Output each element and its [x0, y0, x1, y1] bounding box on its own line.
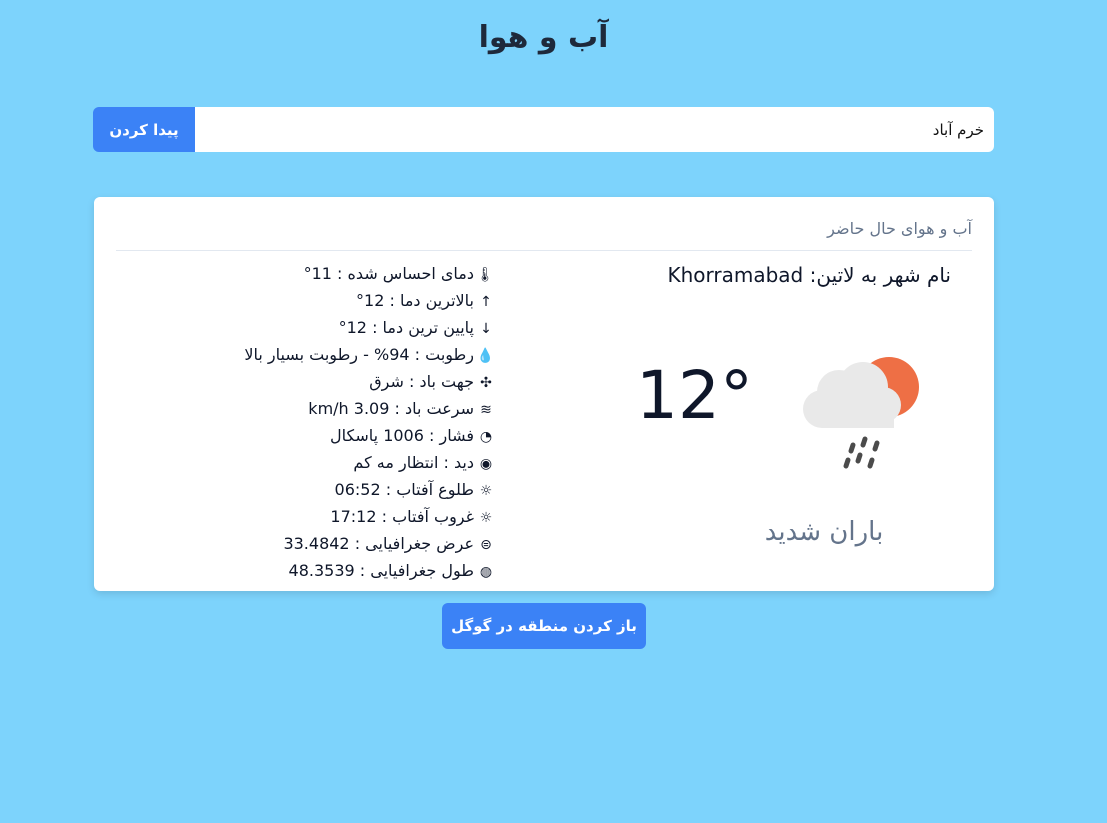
heavy-rain-cloud-sun-icon	[803, 357, 919, 469]
sunset-icon: ☼	[479, 510, 493, 526]
weather-detail-text: دید : انتظار مه کم	[353, 453, 474, 472]
arrow-up-icon: ↑	[480, 294, 492, 310]
weather-detail-text: پایین ترین دما : 12°	[338, 318, 474, 337]
search-bar: پیدا کردن	[93, 107, 994, 152]
longitude-icon: ◍	[479, 564, 493, 580]
weather-detail-item: ≋ سرعت باد : 3.09 km/h	[204, 395, 494, 422]
weather-detail-text: بالاترین دما : 12°	[356, 291, 474, 310]
weather-detail-item: ↑ بالاترین دما : 12°	[204, 287, 494, 314]
weather-detail-text: طول جغرافیایی : 48.3539	[288, 561, 474, 580]
weather-detail-text: طلوع آفتاب : 06:52	[334, 480, 474, 499]
latitude-icon: ⊜	[480, 537, 492, 553]
wind-icon: ≋	[480, 402, 492, 418]
card-header: آب و هوای حال حاضر	[827, 219, 972, 238]
weather-detail-text: جهت باد : شرق	[369, 372, 474, 391]
eye-icon: ◉	[479, 456, 493, 472]
thermometer-icon: 🌡	[476, 267, 494, 283]
weather-condition: باران شدید	[764, 517, 884, 547]
weather-detail-item: 💧رطوبت : 94% - رطوبت بسیار بالا	[204, 341, 494, 368]
weather-detail-item: ◍ طول جغرافیایی : 48.3539	[204, 557, 494, 584]
page-title: آب و هوا	[478, 20, 609, 55]
weather-detail-item: ◉ دید : انتظار مه کم	[204, 449, 494, 476]
weather-detail-text: سرعت باد : 3.09 km/h	[308, 399, 474, 418]
weather-detail-item: ⊜ عرض جغرافیایی : 33.4842	[204, 530, 494, 557]
weather-detail-text: رطوبت : 94% - رطوبت بسیار بالا	[244, 345, 474, 364]
weather-detail-item: ☼ غروب آفتاب : 17:12	[204, 503, 494, 530]
card-divider	[116, 250, 972, 251]
open-in-google-button[interactable]: باز کردن منطقه در گوگل	[442, 603, 646, 649]
pinwheel-icon: ✣	[480, 375, 492, 391]
weather-details-list: 🌡دمای احساس شده : 11° ↑ بالاترین دما : 12°…	[204, 260, 494, 584]
weather-detail-item: 🌡دمای احساس شده : 11°	[204, 260, 494, 287]
weather-detail-item: ☼ طلوع آفتاب : 06:52	[204, 476, 494, 503]
weather-detail-text: عرض جغرافیایی : 33.4842	[283, 534, 474, 553]
weather-detail-item: ✣ جهت باد : شرق	[204, 368, 494, 395]
weather-detail-item: ↓ پایین ترین دما : 12°	[204, 314, 494, 341]
city-search-input[interactable]	[195, 107, 994, 152]
current-weather-card: آب و هوای حال حاضر نام شهر به لاتین: Kho…	[94, 197, 994, 591]
weather-detail-text: دمای احساس شده : 11°	[303, 264, 474, 283]
search-button[interactable]: پیدا کردن	[93, 107, 195, 152]
droplet-icon: 💧	[476, 348, 494, 364]
gauge-icon: ◔	[479, 429, 493, 445]
sunrise-icon: ☼	[479, 483, 493, 499]
weather-detail-item: ◔ فشار : 1006 پاسکال	[204, 422, 494, 449]
temperature: 12°	[636, 357, 753, 434]
arrow-down-icon: ↓	[480, 321, 492, 337]
weather-detail-text: فشار : 1006 پاسکال	[330, 426, 474, 445]
city-name: نام شهر به لاتین: Khorramabad	[667, 263, 951, 287]
weather-detail-text: غروب آفتاب : 17:12	[330, 507, 474, 526]
